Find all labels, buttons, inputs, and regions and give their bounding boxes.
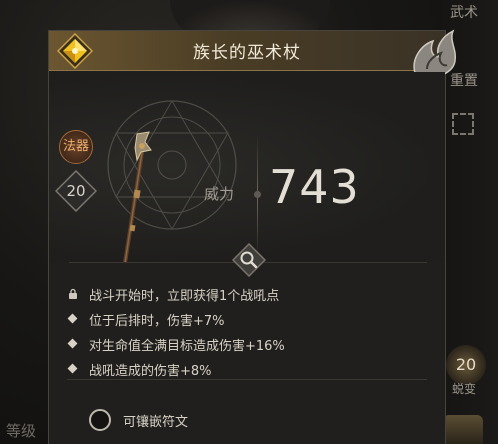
side-slot-icon[interactable]: [452, 113, 474, 135]
staff-icon: [123, 131, 152, 262]
empty-rune-socket-icon[interactable]: [89, 409, 111, 431]
side-menu-label-top[interactable]: 武术: [450, 2, 478, 22]
item-level-badge: 20: [55, 170, 97, 212]
power-label: 威力: [204, 185, 235, 203]
transform-label: 蜕变: [452, 382, 477, 396]
transform-orb-value: 20: [455, 355, 477, 374]
item-type-badge: 法器: [59, 130, 93, 164]
power-value: 743: [269, 160, 360, 214]
level-label: 等级: [6, 422, 37, 440]
item-stats-header: 法器 20 威力 743: [49, 72, 445, 262]
effect-item: 战吼造成的伤害+8%: [67, 358, 212, 380]
effect-item: 对生命值全满目标造成伤害+16%: [67, 333, 285, 355]
rune-slot[interactable]: 可镶嵌符文: [89, 409, 188, 431]
effect-text: 对生命值全满目标造成伤害+16%: [89, 338, 285, 354]
section-divider: [67, 379, 427, 380]
item-title-bar: 族长的巫术杖: [49, 31, 445, 71]
item-name: 族长的巫术杖: [193, 43, 301, 63]
lock-icon: [67, 288, 79, 300]
effect-text: 位于后排时，伤害+7%: [89, 313, 225, 329]
yellow-diamond-gem-icon: [57, 33, 93, 69]
magnifier-icon[interactable]: [232, 243, 266, 277]
effect-item: 战斗开始时，立即获得1个战吼点: [67, 283, 279, 305]
effect-text: 战吼造成的伤害+8%: [89, 363, 212, 379]
effect-item: 位于后排时，伤害+7%: [67, 308, 225, 330]
item-tooltip-panel: 族长的巫术杖 法器 20 威力 743 战斗开始时，立即获得1个战吼点 位于后排…: [48, 29, 457, 444]
rune-slot-label: 可镶嵌符文: [123, 414, 189, 430]
power-divider-dot: [254, 191, 261, 198]
diamond-bullet-icon: [67, 363, 79, 375]
bottom-menu-icon[interactable]: [443, 415, 483, 444]
diamond-bullet-icon: [67, 313, 79, 325]
effect-text: 战斗开始时，立即获得1个战吼点: [89, 288, 280, 304]
transform-orb-button[interactable]: 20: [446, 345, 486, 385]
item-level: 20: [66, 182, 86, 200]
diamond-bullet-icon: [67, 338, 79, 350]
